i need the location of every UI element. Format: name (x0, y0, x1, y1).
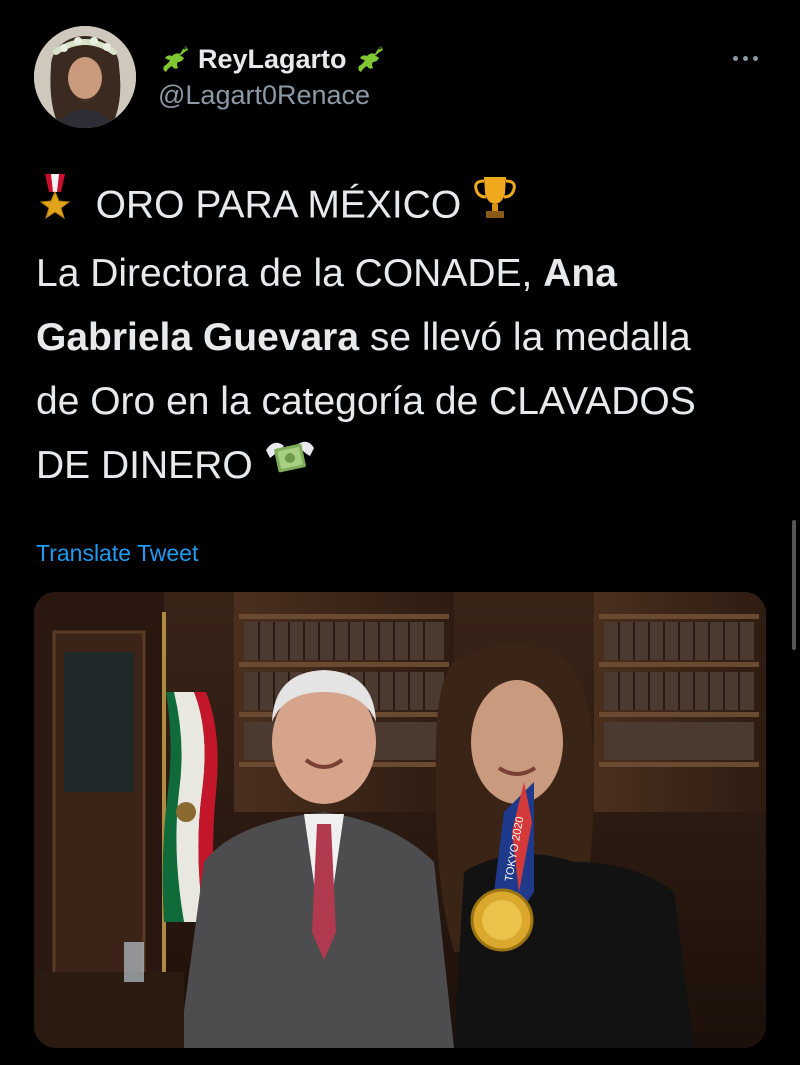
tweet-line5: DE DINERO (36, 444, 253, 487)
display-name: ReyLagarto (198, 44, 347, 74)
tweet-line4: de Oro en la categoría de CLAVADOS (36, 380, 696, 423)
tweet-line: La Directora de la CONADE, Ana (36, 242, 776, 306)
translate-tweet-link[interactable]: Translate Tweet (36, 540, 198, 567)
tweet-line3: se llevó la medalla (359, 316, 691, 359)
author-info: ReyLagarto @Lagart0Renace (158, 42, 387, 112)
author-handle[interactable]: @Lagart0Renace (158, 78, 387, 112)
avatar[interactable] (34, 26, 136, 128)
more-options-icon[interactable] (728, 48, 762, 68)
lizard-icon (158, 42, 192, 76)
lizard-icon (353, 42, 387, 76)
tweet-line1: ORO PARA MÉXICO (95, 183, 462, 227)
tweet-text: ORO PARA MÉXICO La Directora de la CONAD… (36, 172, 776, 500)
tweet-line2-bold: Ana (543, 252, 617, 295)
tweet-line: Gabriela Guevara se llevó la medalla (36, 306, 776, 370)
display-name-row[interactable]: ReyLagarto (158, 42, 387, 76)
tweet-line2: La Directora de la CONADE, (36, 252, 544, 295)
tweet-photo[interactable]: TOKYO 2020 (34, 592, 766, 1048)
tweet-line: DE DINERO (36, 434, 776, 500)
tweet-line: de Oro en la categoría de CLAVADOS (36, 370, 776, 434)
tweet-line3-bold: Gabriela Guevara (36, 316, 360, 359)
scrollbar[interactable] (792, 520, 796, 650)
tweet-container: ReyLagarto @Lagart0Renace ORO PARA MÉXIC… (0, 0, 800, 1065)
photo-image: TOKYO 2020 (34, 592, 766, 1048)
tweet-line: ORO PARA MÉXICO (36, 172, 776, 242)
avatar-image (34, 26, 136, 128)
trophy-icon (472, 173, 518, 241)
money-with-wings-icon (264, 436, 316, 500)
military-medal-icon (36, 172, 74, 242)
